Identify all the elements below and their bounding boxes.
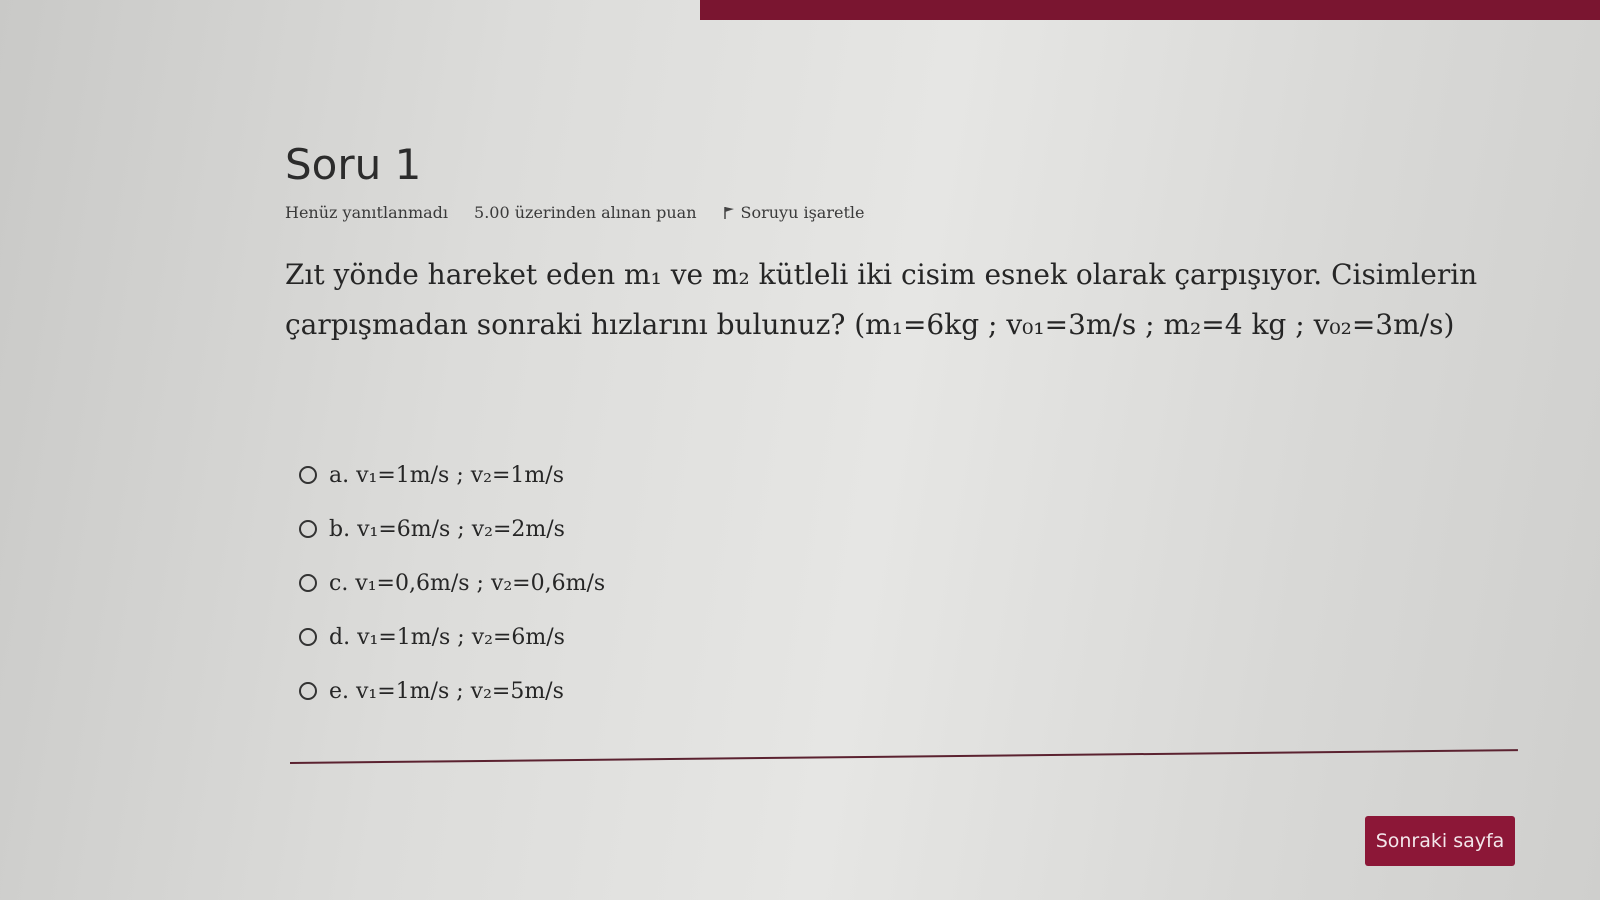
- answer-option-b[interactable]: b. v₁=6m/s ; v₂=2m/s: [299, 502, 1515, 556]
- answer-option-c[interactable]: c. v₁=0,6m/s ; v₂=0,6m/s: [299, 556, 1515, 610]
- question-title: Soru 1: [285, 140, 422, 189]
- radio-button[interactable]: [299, 520, 317, 538]
- radio-button[interactable]: [299, 466, 317, 484]
- flag-question-link[interactable]: Soruyu işaretle: [723, 203, 865, 222]
- question-text-line-1: Zıt yönde hareket eden m₁ ve m₂ kütleli …: [285, 258, 1478, 291]
- question-status: Henüz yanıtlanmadı: [285, 203, 449, 222]
- radio-button[interactable]: [299, 574, 317, 592]
- answer-label: e. v₁=1m/s ; v₂=5m/s: [329, 678, 564, 704]
- answer-option-a[interactable]: a. v₁=1m/s ; v₂=1m/s: [299, 448, 1515, 502]
- answer-option-e[interactable]: e. v₁=1m/s ; v₂=5m/s: [299, 664, 1515, 718]
- question-text-line-2: çarpışmadan sonraki hızlarını bulunuz? (…: [285, 308, 1455, 341]
- answer-list: a. v₁=1m/s ; v₂=1m/s b. v₁=6m/s ; v₂=2m/…: [285, 448, 1515, 718]
- top-accent-bar: [700, 0, 1600, 20]
- radio-button[interactable]: [299, 628, 317, 646]
- answer-option-d[interactable]: d. v₁=1m/s ; v₂=6m/s: [299, 610, 1515, 664]
- question-text: Zıt yönde hareket eden m₁ ve m₂ kütleli …: [285, 250, 1515, 350]
- question-info: Henüz yanıtlanmadı 5.00 üzerinden alınan…: [285, 203, 1515, 222]
- question-points: 5.00 üzerinden alınan puan: [474, 203, 697, 222]
- answer-label: c. v₁=0,6m/s ; v₂=0,6m/s: [329, 570, 606, 596]
- next-page-button[interactable]: Sonraki sayfa: [1365, 816, 1515, 866]
- answer-label: a. v₁=1m/s ; v₂=1m/s: [329, 462, 564, 488]
- answer-label: b. v₁=6m/s ; v₂=2m/s: [329, 516, 565, 542]
- flag-icon: [723, 206, 735, 220]
- radio-button[interactable]: [299, 682, 317, 700]
- section-divider: [289, 749, 1518, 764]
- answer-label: d. v₁=1m/s ; v₂=6m/s: [329, 624, 565, 650]
- question-container: Soru 1 Henüz yanıtlanmadı 5.00 üzerinden…: [285, 140, 1515, 718]
- flag-question-label: Soruyu işaretle: [740, 203, 865, 222]
